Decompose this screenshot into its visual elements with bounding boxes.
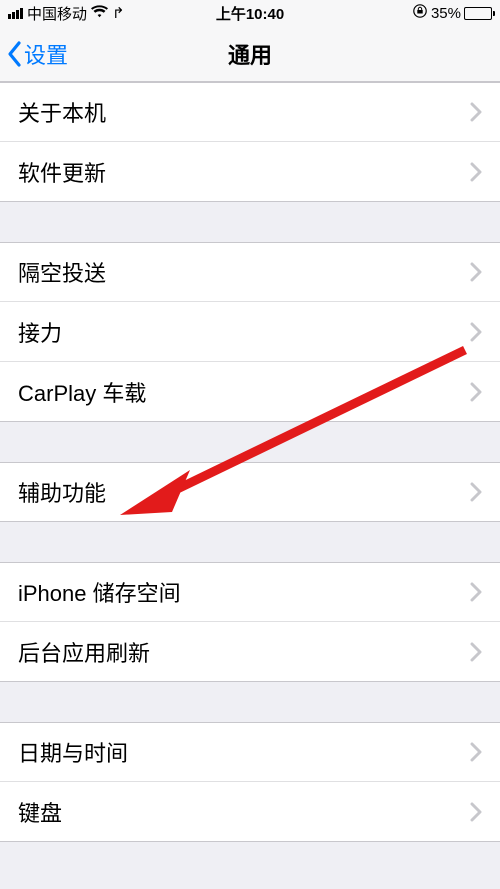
group-separator: [0, 202, 500, 242]
chevron-right-icon: [470, 482, 482, 502]
group-separator: [0, 682, 500, 722]
chevron-right-icon: [470, 102, 482, 122]
orientation-lock-icon: [413, 4, 427, 22]
settings-row-label: 后台应用刷新: [18, 636, 470, 668]
chevron-left-icon: [6, 40, 24, 68]
settings-row-datetime[interactable]: 日期与时间: [0, 722, 500, 782]
back-button[interactable]: 设置: [0, 38, 68, 70]
nav-bar: 设置 通用: [0, 26, 500, 82]
carrier-label: 中国移动: [27, 3, 87, 24]
settings-row-handoff[interactable]: 接力: [0, 302, 500, 362]
settings-row-storage[interactable]: iPhone 储存空间: [0, 562, 500, 622]
battery-icon: [464, 7, 492, 20]
call-forward-icon: ↱: [112, 4, 125, 22]
chevron-right-icon: [470, 642, 482, 662]
settings-row-label: 接力: [18, 316, 470, 348]
chevron-right-icon: [470, 322, 482, 342]
settings-row-keyboard[interactable]: 键盘: [0, 782, 500, 842]
status-left: 中国移动 ↱: [8, 3, 125, 24]
cellular-signal-icon: [8, 8, 23, 19]
settings-row-label: 键盘: [18, 796, 470, 828]
settings-list: 关于本机软件更新隔空投送接力 CarPlay 车载辅助功能 iPhone 储存空间后…: [0, 82, 500, 842]
battery-indicator: 35%: [431, 5, 492, 22]
settings-row-label: 软件更新: [18, 156, 470, 188]
settings-row-label: 关于本机: [18, 96, 470, 128]
settings-row-label: 辅助功能: [18, 476, 470, 508]
settings-row-label: 日期与时间: [18, 736, 470, 768]
settings-group: 日期与时间键盘: [0, 722, 500, 842]
chevron-right-icon: [470, 582, 482, 602]
settings-row-label: CarPlay 车载: [18, 376, 470, 408]
chevron-right-icon: [470, 742, 482, 762]
wifi-icon: [91, 5, 108, 22]
page-title: 通用: [0, 38, 500, 70]
group-separator: [0, 522, 500, 562]
settings-row-label: iPhone 储存空间: [18, 576, 470, 608]
settings-row-bgrefresh[interactable]: 后台应用刷新: [0, 622, 500, 682]
chevron-right-icon: [470, 382, 482, 402]
back-label: 设置: [24, 38, 68, 70]
settings-row-carplay[interactable]: CarPlay 车载: [0, 362, 500, 422]
status-bar: 中国移动 ↱ 上午10:40 35%: [0, 0, 500, 26]
chevron-right-icon: [470, 262, 482, 282]
settings-group: 隔空投送接力 CarPlay 车载: [0, 242, 500, 422]
settings-row-update[interactable]: 软件更新: [0, 142, 500, 202]
settings-row-airdrop[interactable]: 隔空投送: [0, 242, 500, 302]
settings-group: iPhone 储存空间后台应用刷新: [0, 562, 500, 682]
status-right: 35%: [413, 4, 492, 22]
settings-row-accessibility[interactable]: 辅助功能: [0, 462, 500, 522]
chevron-right-icon: [470, 162, 482, 182]
group-separator: [0, 422, 500, 462]
battery-percent: 35%: [431, 5, 461, 22]
chevron-right-icon: [470, 802, 482, 822]
settings-group: 辅助功能: [0, 462, 500, 522]
settings-group: 关于本机软件更新: [0, 82, 500, 202]
settings-row-about[interactable]: 关于本机: [0, 82, 500, 142]
settings-row-label: 隔空投送: [18, 256, 470, 288]
